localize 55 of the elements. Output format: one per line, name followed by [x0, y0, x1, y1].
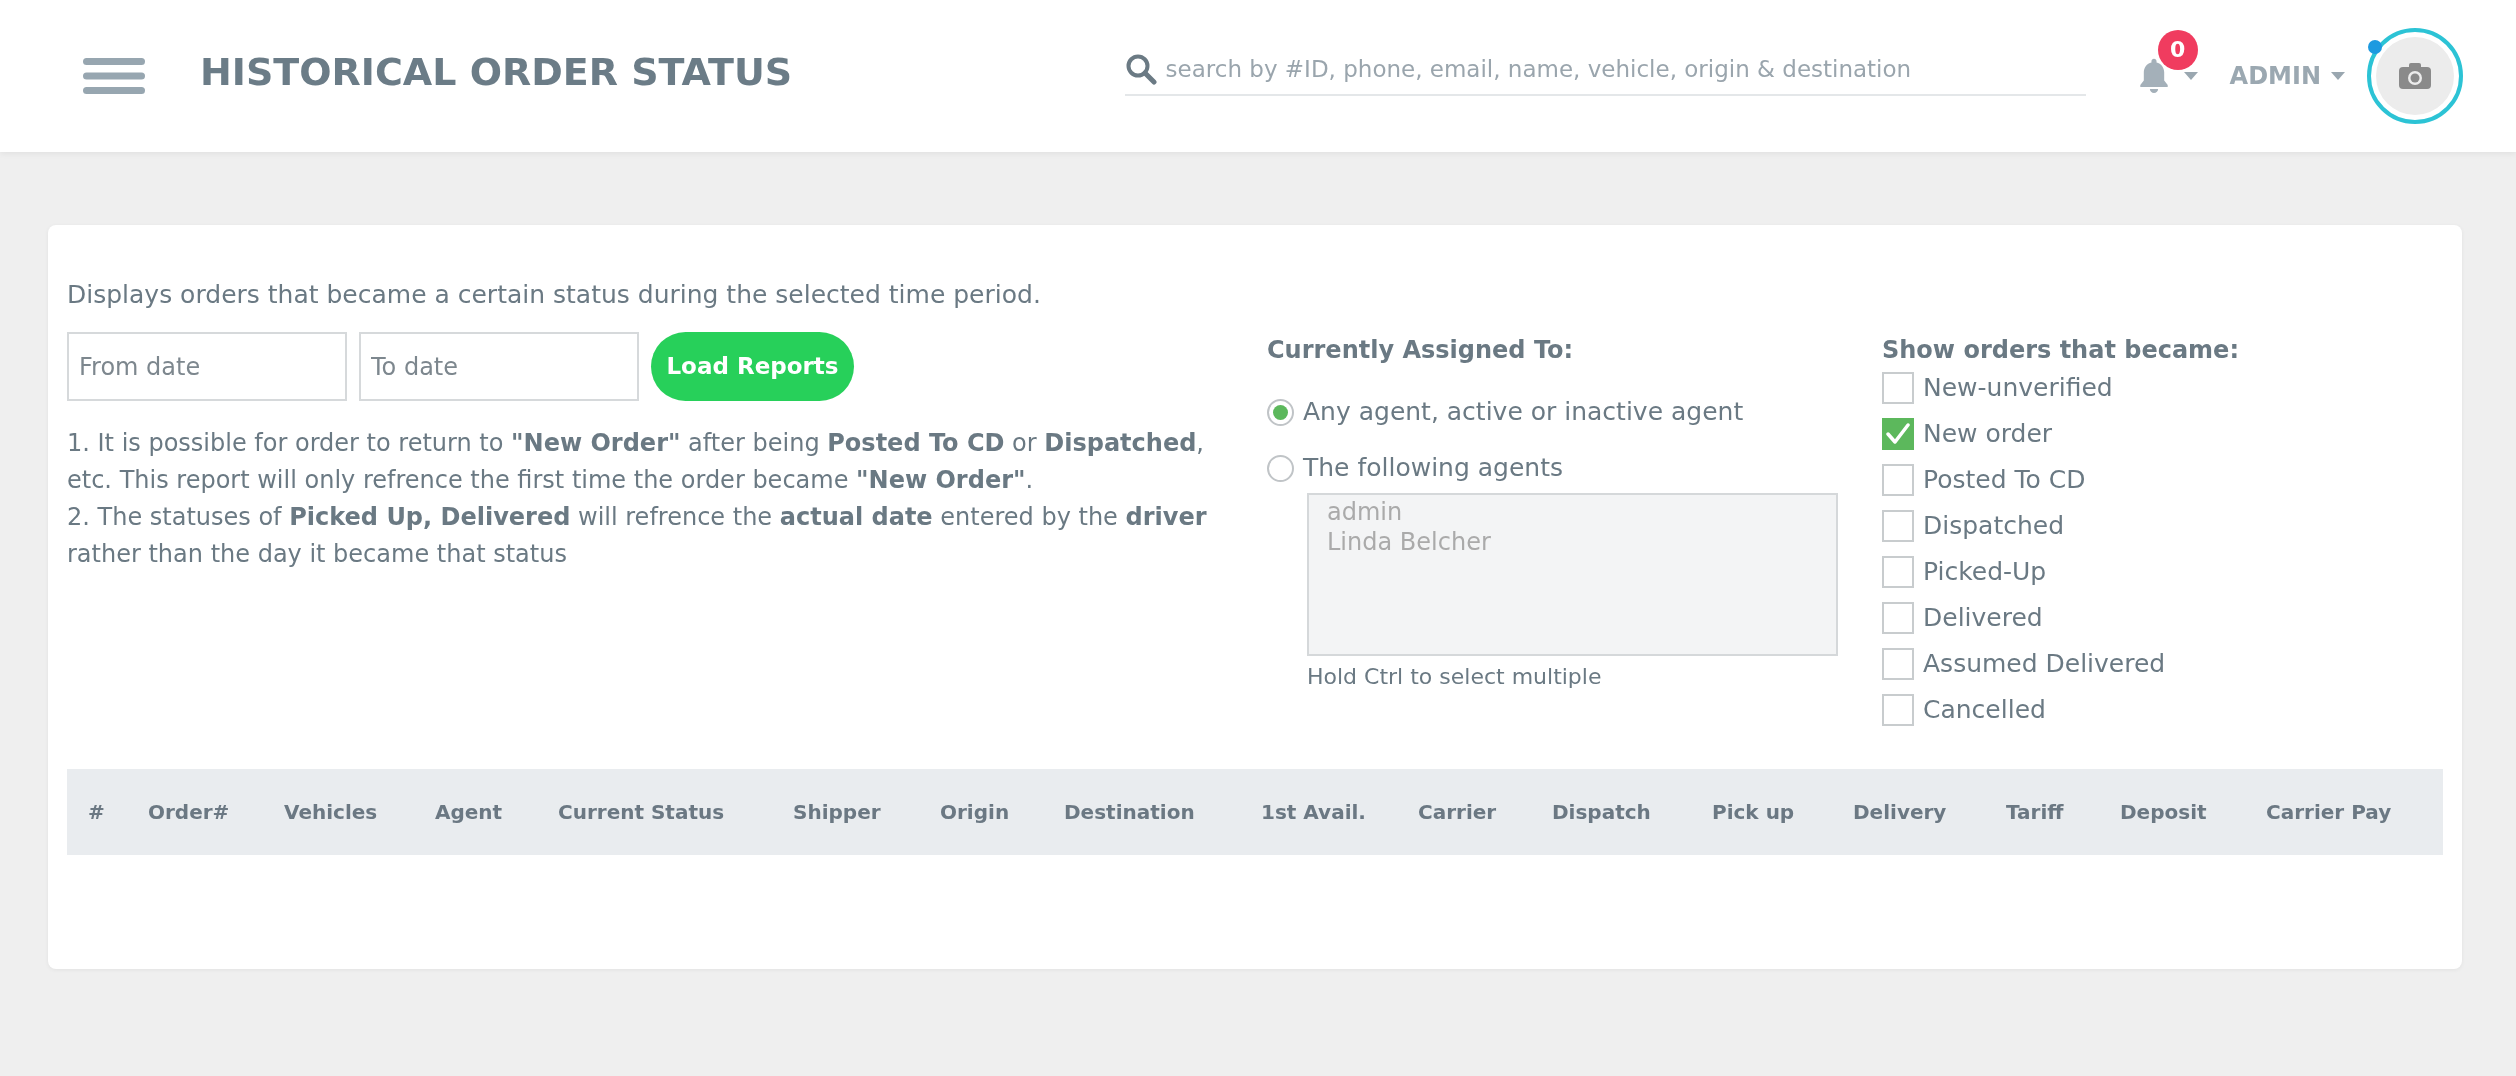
caret-icon [2331, 72, 2345, 80]
search-field[interactable]: search by #ID, phone, email, name, vehicle, origin & destination [1165, 51, 2086, 87]
menu-icon[interactable] [83, 58, 145, 94]
checkbox-label[interactable]: Cancelled [1923, 694, 2046, 726]
hint-text: Hold Ctrl to select multiple [1307, 664, 1603, 690]
column-header[interactable]: Pick up [1712, 769, 1853, 855]
column-header[interactable]: Carrier Pay [2266, 769, 2443, 855]
column-header[interactable]: Agent [435, 769, 558, 855]
radio-button[interactable] [1267, 398, 1294, 426]
radio-label[interactable]: The following agents [1303, 449, 1564, 487]
section-title: Show orders that became: [1882, 336, 2240, 365]
column-header[interactable]: Tariff [2006, 769, 2120, 855]
page-title: HISTORICAL ORDER STATUS [200, 52, 793, 94]
checkbox-label[interactable]: Dispatched [1923, 510, 2065, 542]
note-text: 1. It is possible for order to return to "New Order" after being Posted To CD or Dispatched, etc. This report will only refrence the first time the order became "New Order". [67, 428, 1205, 496]
checkbox[interactable] [1882, 648, 1914, 680]
date-field[interactable]: From date [67, 332, 347, 401]
user-menu-button[interactable]: ADMIN [2229, 58, 2345, 94]
notification-count-badge: 0 [2157, 30, 2198, 70]
column-header[interactable]: Carrier [1418, 769, 1552, 855]
checkbox-label[interactable]: Assumed Delivered [1923, 648, 2166, 680]
caret-icon[interactable] [2183, 72, 2198, 80]
checkbox[interactable] [1882, 510, 1914, 542]
checkbox-label[interactable]: New order [1923, 418, 2053, 450]
checkbox[interactable] [1882, 694, 1914, 726]
column-header[interactable]: 1st Avail. [1261, 769, 1418, 855]
camera-icon [2398, 61, 2432, 91]
column-header[interactable]: Order# [148, 769, 284, 855]
checkbox[interactable] [1882, 602, 1914, 634]
column-header[interactable]: Shipper [793, 769, 940, 855]
description-text: Displays orders that became a certain status during the selected time period. [67, 280, 1042, 309]
column-header[interactable]: Origin [940, 769, 1064, 855]
column-header[interactable]: # [67, 769, 148, 855]
column-header[interactable]: Delivery [1853, 769, 2006, 855]
section-title: Currently Assigned To: [1267, 336, 1575, 365]
note-text: 2. The statuses of Picked Up, Delivered will refrence the actual date entered by the driver rather than the day it became that status [67, 502, 1208, 570]
checkbox[interactable] [1882, 464, 1914, 496]
radio-button[interactable] [1267, 454, 1294, 482]
checkbox[interactable] [1882, 556, 1914, 588]
column-header[interactable]: Current Status [558, 769, 793, 855]
search-icon [1124, 53, 1157, 85]
column-header[interactable]: Dispatch [1552, 769, 1712, 855]
check-icon [1886, 423, 1910, 445]
checkbox-label[interactable]: New-unverified [1923, 372, 2113, 404]
date-field[interactable]: To date [359, 332, 639, 401]
checkbox-label[interactable]: Picked-Up [1923, 556, 2047, 588]
checkbox-label[interactable]: Delivered [1923, 602, 2043, 634]
radio-label[interactable]: Any agent, active or inactive agent [1303, 393, 1744, 431]
checkbox[interactable] [1882, 372, 1914, 404]
column-header[interactable]: Vehicles [284, 769, 435, 855]
column-header[interactable]: Deposit [2120, 769, 2266, 855]
column-header[interactable]: Destination [1064, 769, 1261, 855]
checkbox-label[interactable]: Posted To CD [1923, 464, 2086, 496]
checkbox[interactable] [1882, 418, 1914, 450]
load-reports-button[interactable]: Load Reports [651, 332, 854, 401]
